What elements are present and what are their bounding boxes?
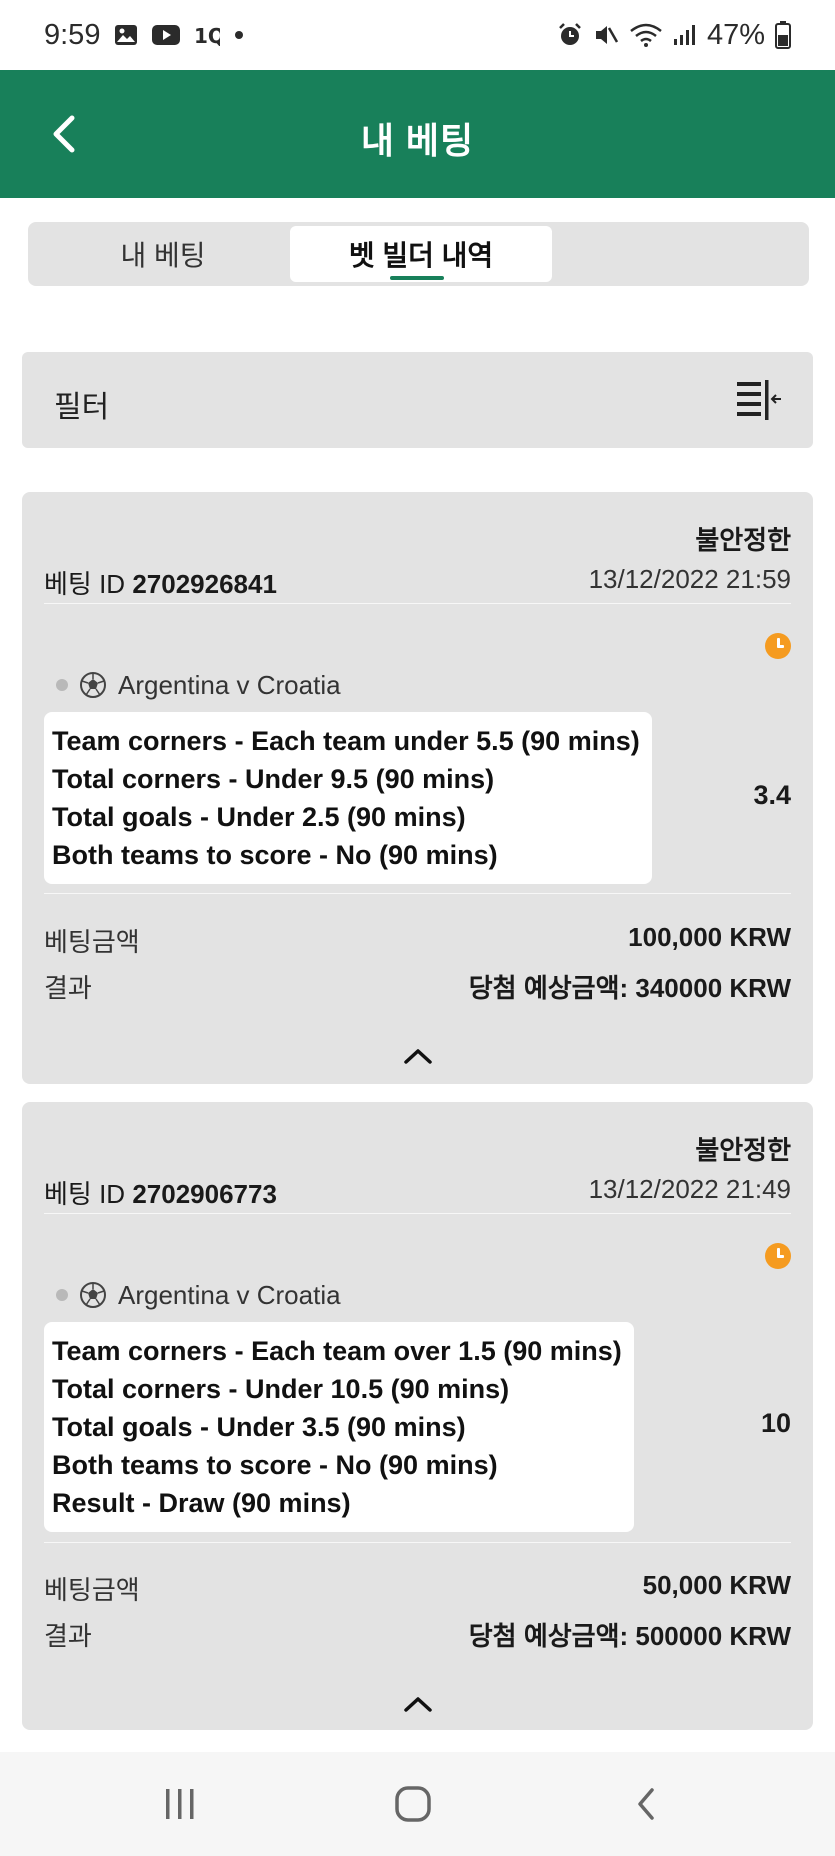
bet-id-row: 베팅 ID 2702906773 13/12/2022 21:49 bbox=[44, 1174, 791, 1214]
selection-item: Total corners - Under 9.5 (90 mins) bbox=[52, 764, 495, 794]
selections-box: Team corners - Each team under 5.5 (90 m… bbox=[44, 712, 652, 884]
battery-percent: 47% bbox=[706, 18, 765, 51]
tab-label: 벳 빌더 내역 bbox=[348, 240, 494, 271]
filter-collapse-icon[interactable] bbox=[735, 378, 783, 422]
status-dot-icon bbox=[56, 1289, 68, 1301]
stake-label: 베팅금액 bbox=[44, 927, 140, 957]
selection-item: Total goals - Under 2.5 (90 mins) bbox=[52, 802, 466, 832]
soccer-ball-icon bbox=[78, 670, 108, 700]
selections-box: Team corners - Each team over 1.5 (90 mi… bbox=[44, 1322, 634, 1532]
soccer-ball-icon bbox=[78, 1280, 108, 1310]
result-row: 결과 당첨 예상금액: 500000 KRW bbox=[44, 1616, 791, 1651]
alarm-icon bbox=[557, 22, 583, 48]
stake-value: 100,000 KRW bbox=[628, 922, 791, 952]
tab-bet-builder-history[interactable]: 벳 빌더 내역 bbox=[290, 226, 552, 282]
filter-label: 필터 bbox=[54, 391, 110, 424]
bet-card: 불안정한 베팅 ID 2702906773 13/12/2022 21:49 A… bbox=[22, 1102, 813, 1730]
bet-id: 베팅 ID 2702926841 bbox=[44, 564, 277, 601]
selection-item: Team corners - Each team under 5.5 (90 m… bbox=[52, 726, 640, 756]
pending-clock-icon bbox=[765, 1243, 791, 1269]
tab-bar: 내 베팅 벳 빌더 내역 bbox=[28, 222, 809, 286]
battery-icon bbox=[775, 21, 791, 49]
status-time: 9:59 bbox=[44, 18, 101, 51]
pending-clock-icon bbox=[765, 633, 791, 659]
svg-text:1Q: 1Q bbox=[194, 24, 220, 46]
result-label: 결과 bbox=[44, 973, 92, 1003]
result-label: 결과 bbox=[44, 1621, 92, 1651]
app-bar: 내 베팅 bbox=[0, 70, 835, 198]
status-bar: 9:59 1Q 47% bbox=[0, 0, 835, 70]
divider bbox=[44, 893, 791, 894]
youtube-icon bbox=[152, 25, 181, 45]
selection-item: Both teams to score - No (90 mins) bbox=[52, 1450, 498, 1480]
bet-odds: 3.4 bbox=[753, 780, 791, 810]
gallery-icon bbox=[114, 24, 138, 46]
home-icon[interactable] bbox=[391, 1782, 435, 1826]
wifi-icon bbox=[629, 22, 663, 48]
divider bbox=[44, 1542, 791, 1543]
notification-dot-icon bbox=[234, 30, 244, 40]
match-row: Argentina v Croatia bbox=[56, 668, 341, 702]
back-icon[interactable] bbox=[625, 1782, 669, 1826]
result-value: 당첨 예상금액: 500000 KRW bbox=[468, 1621, 791, 1651]
page-title: 내 베팅 bbox=[360, 120, 475, 161]
match-name: Argentina v Croatia bbox=[118, 1279, 341, 1310]
stake-row: 베팅금액 50,000 KRW bbox=[44, 1570, 791, 1605]
bet-id-row: 베팅 ID 2702926841 13/12/2022 21:59 bbox=[44, 564, 791, 604]
bet-status: 불안정한 bbox=[695, 1135, 791, 1165]
filter-bar[interactable]: 필터 bbox=[22, 352, 813, 448]
chevron-up-icon[interactable] bbox=[402, 1046, 434, 1066]
bet-id-value: 2702906773 bbox=[132, 1179, 277, 1209]
bet-id-label: 베팅 ID bbox=[44, 569, 126, 599]
selection-item: Both teams to score - No (90 mins) bbox=[52, 840, 498, 870]
selection-item: Total corners - Under 10.5 (90 mins) bbox=[52, 1374, 510, 1404]
bet-id-value: 2702926841 bbox=[132, 569, 277, 599]
recent-apps-icon[interactable] bbox=[158, 1782, 202, 1826]
bet-odds: 10 bbox=[760, 1408, 791, 1438]
result-row: 결과 당첨 예상금액: 340000 KRW bbox=[44, 968, 791, 1003]
result-value: 당첨 예상금액: 340000 KRW bbox=[468, 973, 791, 1003]
selection-item: Team corners - Each team over 1.5 (90 mi… bbox=[52, 1336, 622, 1366]
system-nav-bar bbox=[0, 1752, 835, 1856]
app-1q-icon: 1Q bbox=[194, 24, 220, 46]
bet-status: 불안정한 bbox=[695, 525, 791, 555]
signal-icon bbox=[673, 23, 697, 47]
tab-label: 내 베팅 bbox=[120, 240, 206, 271]
mute-icon bbox=[593, 22, 619, 48]
bet-date: 13/12/2022 21:59 bbox=[588, 564, 791, 594]
bet-id-label: 베팅 ID bbox=[44, 1179, 126, 1209]
chevron-up-icon[interactable] bbox=[402, 1694, 434, 1714]
status-dot-icon bbox=[56, 679, 68, 691]
match-row: Argentina v Croatia bbox=[56, 1278, 341, 1312]
bet-date: 13/12/2022 21:49 bbox=[588, 1174, 791, 1204]
active-tab-indicator bbox=[390, 276, 444, 280]
stake-row: 베팅금액 100,000 KRW bbox=[44, 922, 791, 957]
selection-item: Result - Draw (90 mins) bbox=[52, 1488, 351, 1518]
selection-item: Total goals - Under 3.5 (90 mins) bbox=[52, 1412, 466, 1442]
match-name: Argentina v Croatia bbox=[118, 669, 341, 700]
stake-label: 베팅금액 bbox=[44, 1575, 140, 1605]
tab-my-bets[interactable]: 내 베팅 bbox=[48, 226, 278, 282]
stake-value: 50,000 KRW bbox=[642, 1570, 791, 1600]
bet-card: 불안정한 베팅 ID 2702926841 13/12/2022 21:59 A… bbox=[22, 492, 813, 1084]
bet-id: 베팅 ID 2702906773 bbox=[44, 1174, 277, 1211]
